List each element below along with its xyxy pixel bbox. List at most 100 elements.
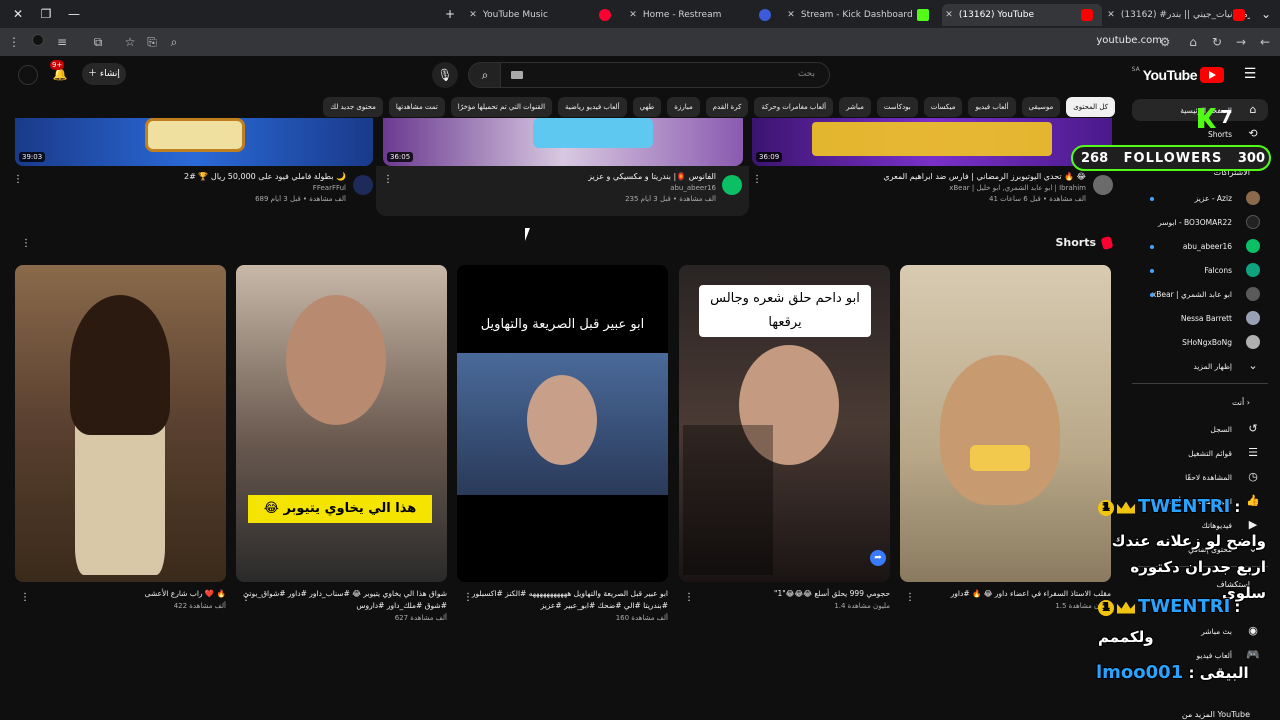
chip[interactable]: ألعاب فيديو [968, 97, 1016, 117]
video-thumbnail[interactable]: 36:05 [383, 118, 743, 166]
site-settings-icon[interactable]: ⚙ [1157, 34, 1173, 50]
video-channel[interactable]: abu_abeer16 [400, 184, 716, 192]
chip[interactable]: موسيقى [1021, 97, 1061, 117]
sidebar-item-watch-later[interactable]: ◷ المشاهدة لاحقًا [1185, 466, 1260, 488]
guide-menu-icon[interactable]: ☰ [1242, 66, 1258, 82]
video-title[interactable]: بطولة فاملي فيود على 50,000 ريال 🏆 #2 🌙 [40, 172, 346, 181]
youtube-logo[interactable]: SA YouTube [1132, 66, 1224, 84]
sidebar-item-label: Nessa Barrett [1180, 313, 1232, 323]
short-thumbnail[interactable] [15, 265, 226, 582]
thumbnail-graphic [145, 118, 245, 152]
sidebar-subscription[interactable]: Falcons [1204, 259, 1260, 281]
tab-search-icon[interactable]: ⌄ [1258, 6, 1274, 22]
video-title[interactable]: الفانوس 🏮| بندريتا و مكسيكي و عزيز [400, 172, 716, 181]
video-channel[interactable]: FFearFFul [40, 184, 346, 192]
short-menu-icon[interactable]: ⋮ [241, 592, 251, 604]
sidebar-subscription[interactable]: xBear | ابو عابد الشمري [1152, 283, 1260, 305]
share-icon[interactable]: ⎘ [144, 34, 160, 50]
address-url[interactable]: youtube.com [1096, 35, 1162, 46]
menu-dots-icon[interactable]: ⋮ [6, 34, 22, 50]
chip[interactable]: مبارزة [667, 97, 700, 117]
video-menu-icon[interactable]: ⋮ [383, 174, 393, 186]
sidebar-subscription[interactable]: ابوسر - BO3OMAR22 [1158, 211, 1260, 233]
sidebar-subscription[interactable]: SHoNgxBoNg [1182, 331, 1260, 353]
chip[interactable]: مباشر [839, 97, 871, 117]
chip[interactable]: ألعاب مغامرات وحركة [754, 97, 834, 117]
restore-window-icon[interactable]: ❐ [38, 6, 54, 22]
chip[interactable]: ميكسات [923, 97, 963, 117]
chip[interactable]: محتوى جديد لك [323, 97, 383, 117]
sidebar-item-live[interactable]: ◉ بث مباشر [1201, 620, 1260, 642]
sidebar-item-history[interactable]: ↺ السجل [1210, 418, 1260, 440]
search-input[interactable]: بحث [500, 62, 830, 88]
sidebar-subscription[interactable]: عزيز - Aziz [1195, 187, 1260, 209]
bookmark-star-icon[interactable]: ☆ [122, 34, 138, 50]
browser-tab-active[interactable]: ✕ (13162) YouTube [942, 4, 1102, 26]
short-title[interactable]: ابو عبير قبل الصريعة والتهاويل ههههههههه… [457, 588, 668, 612]
short-menu-icon[interactable]: ⋮ [463, 592, 473, 604]
short-title[interactable]: مقلب الاستاذ السفراء في اعضاء داور 😂 🔥 #… [900, 588, 1111, 600]
tab-close-icon[interactable]: ✕ [466, 4, 480, 26]
account-avatar[interactable] [18, 65, 38, 85]
browser-tab[interactable]: ✕ Home - Restream [626, 4, 776, 26]
video-thumbnail[interactable]: 36:09 [752, 118, 1112, 166]
short-menu-icon[interactable]: ⋮ [684, 592, 694, 604]
short-thumbnail[interactable]: هذا الي يخاوي يتيوبر 😂 [236, 265, 447, 582]
browser-tab[interactable]: ✕ (13162) #رمضانيات_جيني || بندر [1104, 4, 1250, 26]
shorts-shelf-menu-icon[interactable]: ⋮ [21, 238, 31, 250]
new-tab-icon[interactable]: + [442, 6, 458, 22]
sidebar-show-more[interactable]: ⌄ إظهار المزيد [1193, 355, 1260, 377]
video-menu-icon[interactable]: ⋮ [752, 174, 762, 186]
short-thumbnail[interactable] [900, 265, 1111, 582]
zoom-icon[interactable]: ⌕ [166, 34, 182, 50]
short-menu-icon[interactable]: ⋮ [905, 592, 915, 604]
chip[interactable]: ألعاب فيديو رياضية [558, 97, 627, 117]
chip[interactable]: القنوات التي تم تحميلها مؤخرًا [450, 97, 553, 117]
close-window-icon[interactable]: ✕ [10, 6, 26, 22]
sidebar-subscription[interactable]: Nessa Barrett [1181, 307, 1260, 329]
video-menu-icon[interactable]: ⋮ [13, 174, 23, 186]
chip[interactable]: طهي [632, 97, 662, 117]
video-thumbnail[interactable]: 39:03 [15, 118, 373, 166]
create-button[interactable]: ＋ إنشاء [82, 63, 126, 85]
short-person [286, 295, 386, 425]
extensions-icon[interactable]: ⧉ [90, 34, 106, 50]
chip[interactable]: كرة القدم [705, 97, 749, 117]
forward-icon[interactable]: → [1233, 34, 1249, 50]
back-icon[interactable]: ← [1257, 34, 1273, 50]
sidebar-subscription[interactable]: abu_abeer16 [1183, 235, 1260, 257]
short-thumbnail[interactable]: ابو داحم حلق شعره وجالس يرقعها ➦ [679, 265, 890, 582]
chip[interactable]: كل المحتوى [1066, 97, 1115, 117]
home-icon[interactable]: ⌂ [1185, 34, 1201, 50]
channel-avatar[interactable] [722, 175, 742, 195]
short-title[interactable]: "1"😂😂😂 حجومي 999 يحلق أسلع [679, 588, 890, 600]
tab-close-icon[interactable]: ✕ [784, 4, 798, 26]
you-section-header[interactable]: أنت › [1232, 398, 1250, 407]
chip[interactable]: بودكاست [876, 97, 918, 117]
voice-search-mic-icon[interactable]: 🎙 [432, 62, 458, 88]
tab-close-icon[interactable]: ✕ [626, 4, 640, 26]
minimize-window-icon[interactable]: — [66, 6, 82, 22]
search-button[interactable]: ⌕ [468, 62, 502, 88]
channel-avatar[interactable] [1093, 175, 1113, 195]
tab-close-icon[interactable]: ✕ [1104, 4, 1118, 26]
reading-list-icon[interactable]: ≡ [54, 34, 70, 50]
browser-tab[interactable]: ✕ Stream - Kick Dashboard [784, 4, 934, 26]
profile-icon[interactable] [30, 34, 46, 50]
short-title[interactable]: شواق هذا الي يخاوي يتيوبر 😂 #سناب_داور #… [236, 588, 447, 612]
logo-wordmark: YouTube [1142, 67, 1198, 83]
video-duration: 36:05 [387, 152, 414, 162]
share-icon[interactable]: ➦ [870, 550, 886, 566]
short-thumbnail[interactable]: ابو عبير قبل الصريعة والتهاويل [457, 265, 668, 582]
sidebar-item-playlists[interactable]: ☰ قوائم التشغيل [1188, 442, 1260, 464]
browser-tab[interactable]: ✕ YouTube Music [466, 4, 616, 26]
chip[interactable]: تمت مشاهدتها [388, 97, 445, 117]
reload-icon[interactable]: ↻ [1209, 34, 1225, 50]
channel-avatar[interactable] [353, 175, 373, 195]
video-channel[interactable]: xBear | ابو عابد الشمري, ابو خليل | Ibra… [760, 184, 1086, 192]
tab-close-icon[interactable]: ✕ [942, 4, 956, 26]
short-menu-icon[interactable]: ⋮ [20, 592, 30, 604]
video-title[interactable]: تحدي اليوتيوبرز الرمضاني | فارس ضد ابراه… [760, 172, 1086, 181]
short-title[interactable]: راب شارع الأعشى ❤️ 🔥 [15, 588, 226, 600]
keyboard-icon[interactable] [511, 71, 523, 79]
